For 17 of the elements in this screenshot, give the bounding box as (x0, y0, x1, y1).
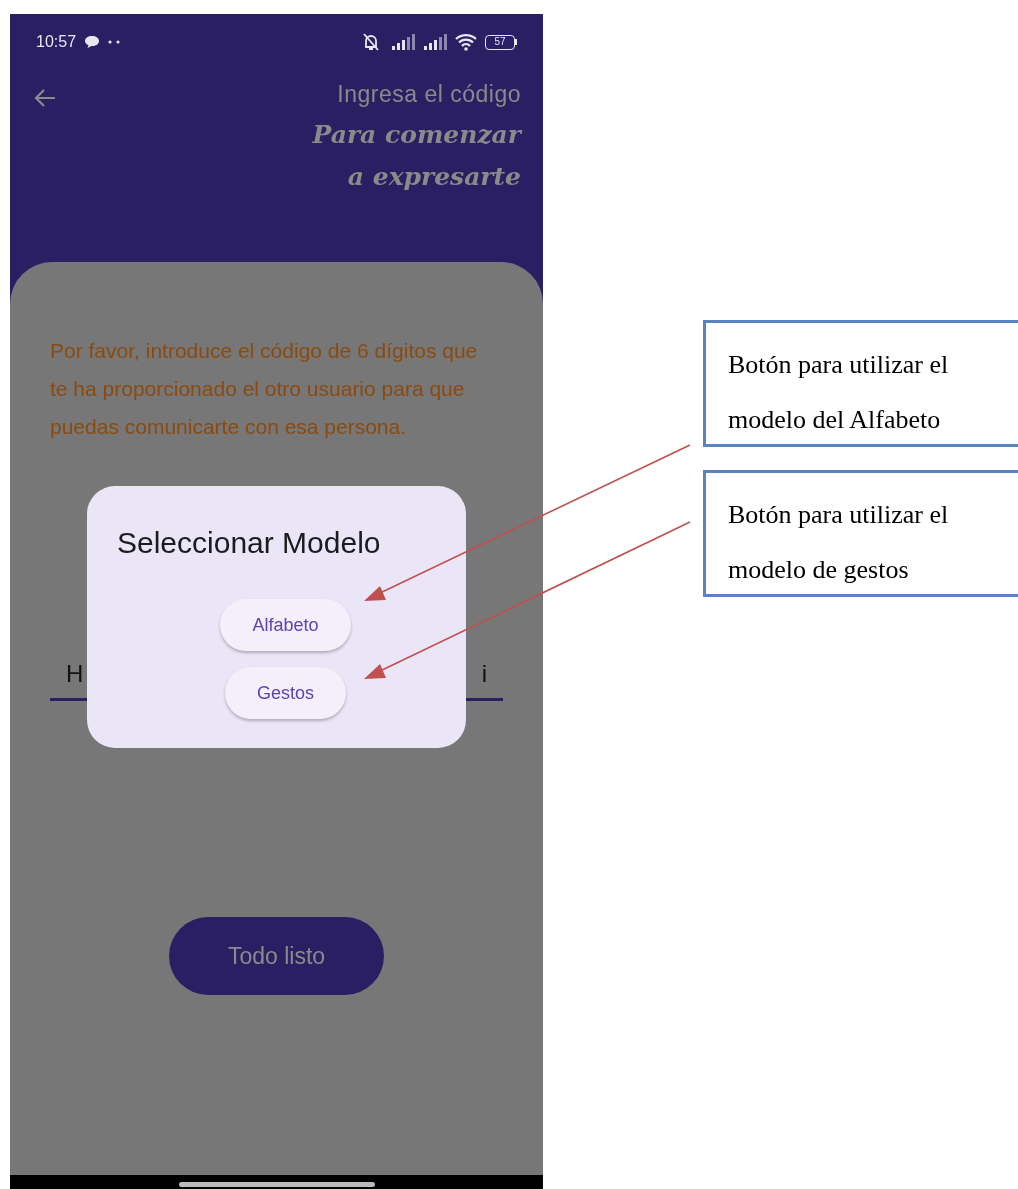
done-button[interactable]: Todo listo (169, 917, 384, 995)
model-option-button[interactable]: Alfabeto (220, 599, 351, 651)
signal-icon (391, 34, 415, 50)
back-arrow-icon[interactable] (34, 88, 56, 108)
instructions-text: Por favor, introduce el código de 6 dígitos que te ha proporcionado el otro usuario para que puedas comunicarte con esa persona. (50, 338, 479, 440)
annotation-text: Botón para utilizar el modelo de gestos (728, 499, 950, 586)
annotation-text: Botón para utilizar el modelo del Alfabeto (728, 349, 950, 436)
screen-subtitle: a expresarte (346, 161, 521, 193)
wifi-icon (455, 33, 477, 51)
screen-title: Ingresa el código (336, 80, 521, 109)
screen-subtitle: Para comenzar (312, 119, 521, 151)
battery-icon: 57 (485, 34, 517, 50)
chat-bubble-icon (84, 35, 101, 49)
model-option-button[interactable]: Gestos (225, 667, 346, 719)
dialog-title: Seleccionar Modelo (117, 525, 382, 561)
status-time: 10:57 (36, 32, 77, 52)
signal-icon (423, 34, 447, 50)
